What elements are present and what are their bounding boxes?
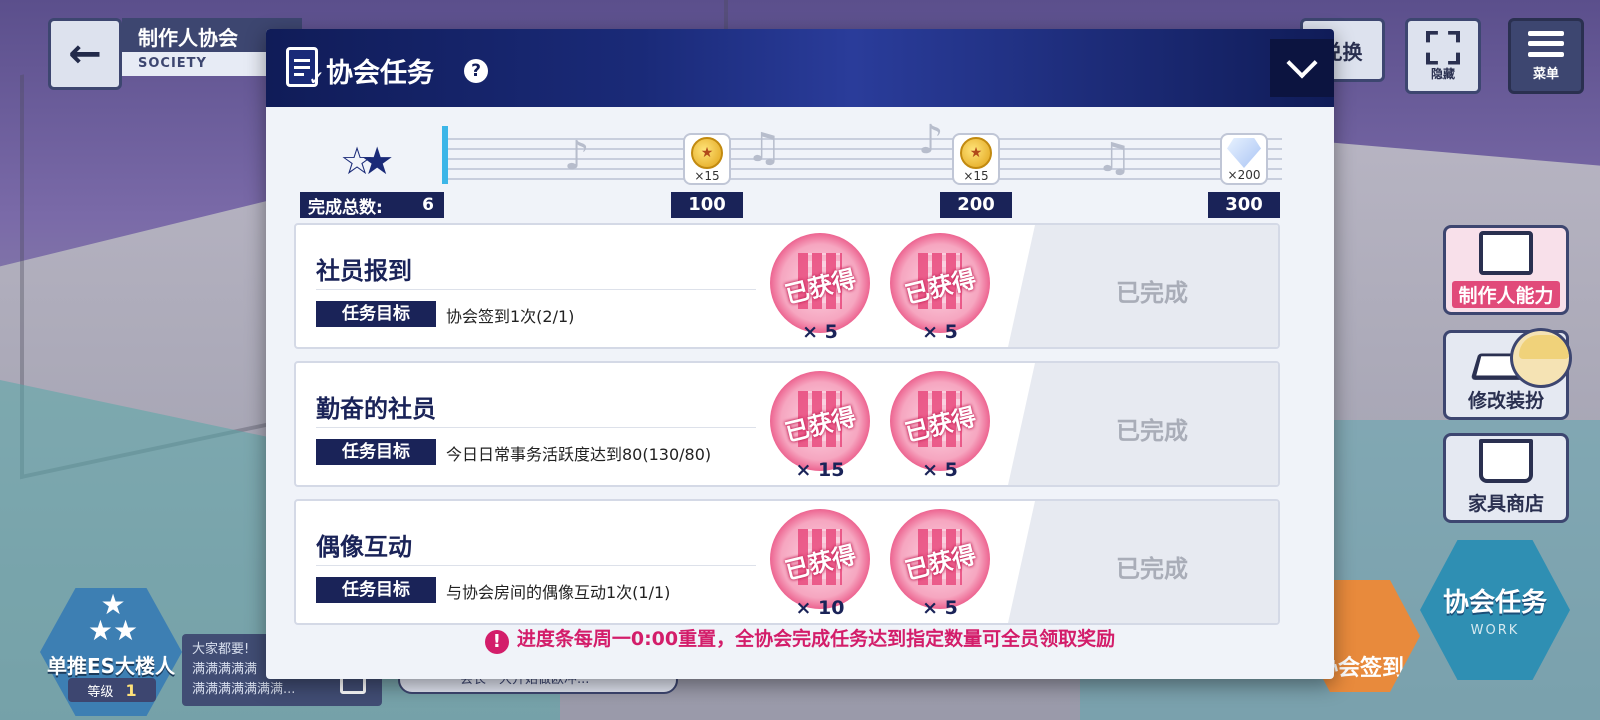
milestone-label: 100 [671,192,743,218]
task-name: 勤奋的社员 [316,395,436,423]
milestone-label: 200 [940,192,1012,218]
level-indicator: 等级 1 [68,678,156,702]
total-label: 完成总数: [308,197,383,218]
hamburger-icon [1528,30,1564,57]
shopping-bag-icon [1479,439,1533,483]
task-goal-tag: 任务目标 [316,301,436,327]
level-label: 等级 [87,684,114,700]
reward-item-claimed: 已获得 [890,371,990,471]
society-task-sublabel: WORK [1470,623,1520,638]
task-goal-tag: 任务目标 [316,439,436,465]
music-notes-icon: ♫ [1096,135,1132,181]
reward-quantity: × 15 [795,459,845,481]
milestone-reward-100[interactable]: ★ ×15 [683,133,731,185]
back-arrow-icon: ← [68,31,102,77]
society-title: 制作人协会 [138,26,238,50]
reward-quantity: × 5 [922,321,958,343]
task-name: 偶像互动 [316,533,412,561]
milestone-reward-300[interactable]: ×200 [1220,133,1268,185]
dialog-title: 协会任务 [326,58,434,89]
gold-coin-icon: ★ [691,137,723,169]
task-goal: 协会签到1次(2/1) [446,307,575,326]
back-button[interactable]: ← [48,18,122,90]
player-name: 单推ES大楼人 [46,654,176,678]
reward-quantity: × 5 [802,321,838,343]
producer-ability-button[interactable]: 制作人能力 [1443,225,1569,315]
hide-ui-button[interactable]: 隐藏 [1405,18,1481,94]
total-stars-icon: ☆★ [340,139,394,183]
reward-item-claimed: 已获得 [890,509,990,609]
society-task-label: 协会任务 [1442,588,1547,618]
task-clipboard-icon: ✓ [286,47,325,90]
milestone-count: ×15 [694,169,720,183]
total-completed-box: 完成总数: 6 [300,192,444,218]
task-status: 已完成 [1116,555,1188,583]
reward-item-claimed: 已获得 [770,233,870,333]
notice-text: 进度条每周一0:00重置，全协会完成任务达到指定数量可全员领取奖励 [516,628,1116,650]
milestone-label: 300 [1208,192,1280,218]
gold-coin-icon: ★ [960,137,992,169]
milestone-count: ×200 [1227,168,1261,182]
chevron-down-icon [1286,47,1318,79]
task-goal: 今日日常事务活跃度达到80(130/80) [446,445,712,464]
menu-button[interactable]: 菜单 [1508,18,1584,94]
reward-quantity: × 10 [795,597,845,619]
reward-item-claimed: 已获得 [770,371,870,471]
producer-ability-label: 制作人能力 [1452,281,1560,308]
rank-stars-icon: ★ ★★ [87,588,139,647]
milestone-count: ×15 [963,169,989,183]
music-note-icon: ♪ [918,117,944,163]
menu-label: 菜单 [1532,66,1559,82]
furniture-shop-button[interactable]: 家具商店 [1443,433,1569,523]
reward-quantity: × 5 [922,597,958,619]
milestone-reward-200[interactable]: ★ ×15 [952,133,1000,185]
music-note-icon: ♪ [564,133,590,179]
reward-item-claimed: 已获得 [890,233,990,333]
reset-notice: ! 进度条每周一0:00重置，全协会完成任务达到指定数量可全员领取奖励 [266,624,1334,654]
character-avatar[interactable] [1510,328,1572,388]
total-value: 6 [422,195,434,215]
exclamation-icon: ! [484,630,509,654]
level-value: 1 [125,680,137,700]
diamond-icon [1227,138,1261,168]
task-goal: 与协会房间的偶像互动1次(1/1) [446,583,671,602]
dialog-header: ✓ 协会任务 ? [266,29,1334,107]
task-goal-tag: 任务目标 [316,577,436,603]
music-notes-icon: ♫ [746,125,782,171]
reward-item-claimed: 已获得 [770,509,870,609]
reward-quantity: × 5 [922,459,958,481]
task-status: 已完成 [1116,417,1188,445]
help-icon[interactable]: ? [464,59,488,83]
hide-label: 隐藏 [1430,66,1455,81]
task-name: 社员报到 [316,257,412,285]
fullscreen-icon [1426,30,1460,65]
society-task-dialog: ✓ 协会任务 ? ☆★ 完成总数: 6 ♪ ♫ ♪ ♫ ★ ×15 ★ ×15 … [266,29,1334,679]
furniture-shop-label: 家具商店 [1467,493,1544,515]
collapse-button[interactable] [1270,39,1334,97]
task-status: 已完成 [1116,279,1188,307]
edit-decoration-label: 修改装扮 [1467,390,1544,412]
ability-board-icon [1479,231,1533,275]
progress-fill [442,126,448,184]
